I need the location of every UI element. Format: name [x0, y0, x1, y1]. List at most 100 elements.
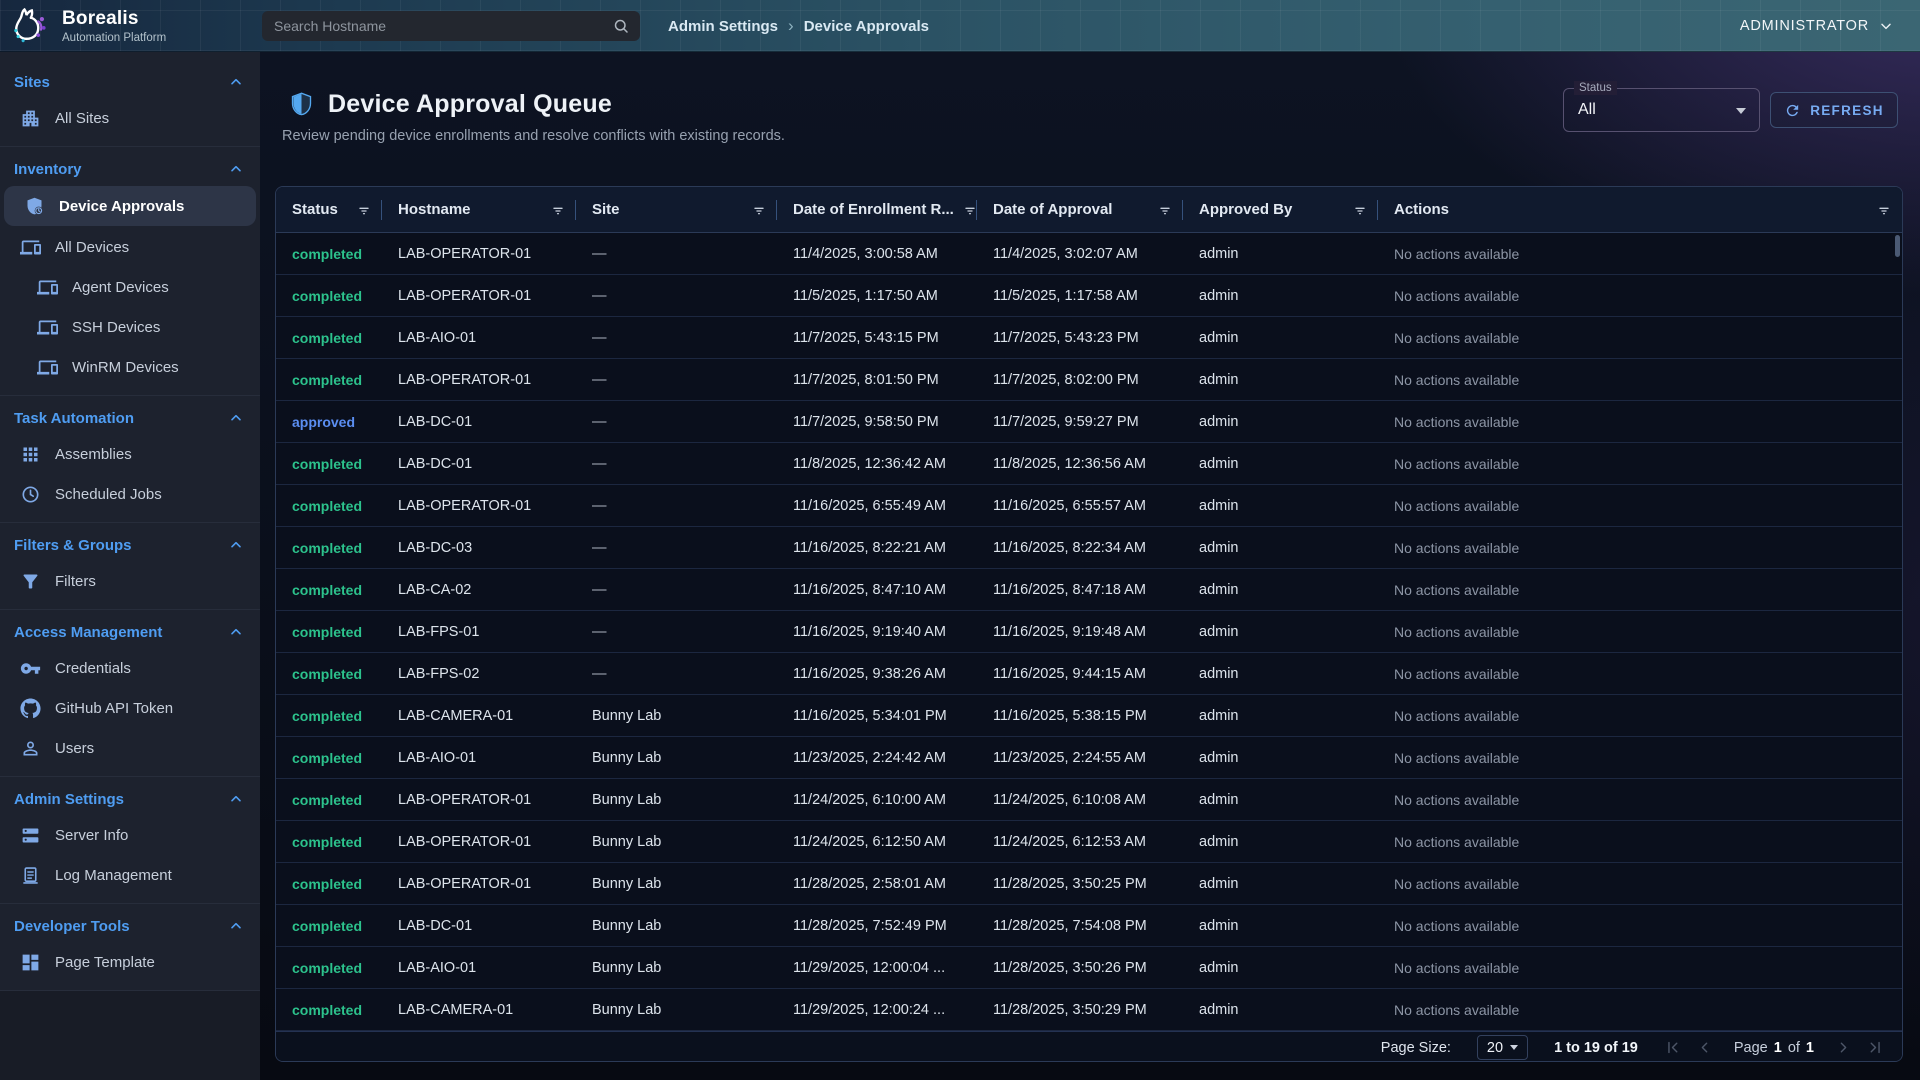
sidebar-item-scheduled-jobs[interactable]: Scheduled Jobs [0, 474, 260, 514]
cell-status: completed [276, 905, 382, 946]
sidebar-item-credentials[interactable]: Credentials [0, 648, 260, 688]
sidebar-item-label: Log Management [55, 867, 172, 884]
cell-approved-by: admin [1183, 611, 1378, 652]
cell-site: — [576, 401, 777, 442]
cell-actions: No actions available [1378, 275, 1902, 316]
chevron-up-icon [228, 624, 244, 640]
section-header-admin-settings[interactable]: Admin Settings [0, 783, 260, 815]
table-scrollbar-thumb[interactable] [1895, 235, 1900, 257]
sidebar-item-log-management[interactable]: Log Management [0, 855, 260, 895]
sidebar-item-page-template[interactable]: Page Template [0, 942, 260, 982]
previous-page-button[interactable] [1696, 1039, 1713, 1056]
filter-icon[interactable] [1157, 203, 1173, 217]
cell-actions: No actions available [1378, 527, 1902, 568]
status-filter-select[interactable]: Status All [1563, 88, 1760, 132]
section-header-developer-tools[interactable]: Developer Tools [0, 910, 260, 942]
cell-enrollment-date: 11/29/2025, 12:00:24 ... [777, 989, 977, 1030]
cell-actions: No actions available [1378, 989, 1902, 1030]
section-label: Filters & Groups [14, 537, 132, 554]
column-header-date-of-approval[interactable]: Date of Approval [977, 187, 1183, 232]
cell-hostname: LAB-OPERATOR-01 [382, 485, 576, 526]
table-row: completed LAB-OPERATOR-01 — 11/4/2025, 3… [276, 233, 1902, 275]
cell-actions: No actions available [1378, 485, 1902, 526]
sidebar-item-agent-devices[interactable]: Agent Devices [0, 267, 260, 307]
sidebar-item-all-devices[interactable]: All Devices [0, 227, 260, 267]
breadcrumb-item-device-approvals[interactable]: Device Approvals [804, 18, 929, 35]
cell-status: completed [276, 485, 382, 526]
user-icon [20, 738, 41, 759]
borealis-rabbit-logo-icon [8, 4, 52, 48]
cell-approval-date: 11/16/2025, 9:19:48 AM [977, 611, 1183, 652]
sidebar-item-ssh-devices[interactable]: SSH Devices [0, 307, 260, 347]
page-subtitle: Review pending device enrollments and re… [282, 128, 785, 144]
cell-enrollment-date: 11/16/2025, 5:34:01 PM [777, 695, 977, 736]
cell-site: Bunny Lab [576, 863, 777, 904]
sidebar-item-server-info[interactable]: Server Info [0, 815, 260, 855]
search-input[interactable] [274, 18, 612, 34]
filter-icon[interactable] [1352, 203, 1368, 217]
last-page-button[interactable] [1867, 1039, 1884, 1056]
refresh-button[interactable]: REFRESH [1770, 92, 1898, 128]
table-row: completed LAB-OPERATOR-01 — 11/16/2025, … [276, 485, 1902, 527]
cell-status: completed [276, 569, 382, 610]
sidebar-item-winrm-devices[interactable]: WinRM Devices [0, 347, 260, 387]
filter-icon[interactable] [356, 203, 372, 217]
cell-approved-by: admin [1183, 779, 1378, 820]
first-page-button[interactable] [1664, 1039, 1681, 1056]
filter-icon[interactable] [1876, 203, 1892, 217]
sidebar-item-label: Scheduled Jobs [55, 486, 162, 503]
cell-approved-by: admin [1183, 443, 1378, 484]
column-header-date-of-enrollment-r[interactable]: Date of Enrollment R... [777, 187, 977, 232]
breadcrumb-item-admin-settings[interactable]: Admin Settings [668, 18, 778, 35]
cell-status: completed [276, 443, 382, 484]
section-label: Sites [14, 74, 50, 91]
column-header-status[interactable]: Status [276, 187, 382, 232]
section-header-sites[interactable]: Sites [0, 66, 260, 98]
cell-site: — [576, 317, 777, 358]
cell-approval-date: 11/28/2025, 3:50:29 PM [977, 989, 1183, 1030]
table-row: completed LAB-DC-03 — 11/16/2025, 8:22:2… [276, 527, 1902, 569]
chevron-up-icon [228, 537, 244, 553]
funnel-icon [20, 571, 41, 592]
sidebar-item-all-sites[interactable]: All Sites [0, 98, 260, 138]
sidebar-item-label: Users [55, 740, 94, 757]
filter-icon[interactable] [751, 203, 767, 217]
next-page-button[interactable] [1835, 1039, 1852, 1056]
filter-icon[interactable] [550, 203, 566, 217]
cell-approval-date: 11/7/2025, 8:02:00 PM [977, 359, 1183, 400]
sidebar-item-label: Assemblies [55, 446, 132, 463]
table-row: completed LAB-FPS-02 — 11/16/2025, 9:38:… [276, 653, 1902, 695]
cell-enrollment-date: 11/4/2025, 3:00:58 AM [777, 233, 977, 274]
filter-icon[interactable] [962, 203, 977, 217]
table-row: completed LAB-OPERATOR-01 Bunny Lab 11/2… [276, 779, 1902, 821]
sidebar-item-label: Server Info [55, 827, 128, 844]
sidebar-item-assemblies[interactable]: Assemblies [0, 434, 260, 474]
column-header-site[interactable]: Site [576, 187, 777, 232]
devices-icon [20, 237, 41, 258]
user-menu[interactable]: ADMINISTRATOR [1740, 0, 1894, 52]
sidebar-item-github-api-token[interactable]: GitHub API Token [0, 688, 260, 728]
sidebar-item-filters[interactable]: Filters [0, 561, 260, 601]
user-menu-label: ADMINISTRATOR [1740, 18, 1869, 34]
sidebar-item-users[interactable]: Users [0, 728, 260, 768]
section-header-filters-groups[interactable]: Filters & Groups [0, 529, 260, 561]
sidebar-section-sites: Sites All Sites [0, 60, 260, 147]
section-header-task-automation[interactable]: Task Automation [0, 402, 260, 434]
cell-hostname: LAB-OPERATOR-01 [382, 275, 576, 316]
cell-actions: No actions available [1378, 317, 1902, 358]
cell-enrollment-date: 11/16/2025, 9:38:26 AM [777, 653, 977, 694]
column-header-approved-by[interactable]: Approved By [1183, 187, 1378, 232]
cell-status: completed [276, 947, 382, 988]
cell-approved-by: admin [1183, 401, 1378, 442]
column-header-hostname[interactable]: Hostname [382, 187, 576, 232]
status-filter-value: All [1564, 89, 1759, 131]
column-header-actions[interactable]: Actions [1378, 187, 1902, 232]
table-row: approved LAB-DC-01 — 11/7/2025, 9:58:50 … [276, 401, 1902, 443]
page-size-select[interactable]: 20 [1477, 1035, 1528, 1060]
section-header-inventory[interactable]: Inventory [0, 153, 260, 185]
section-header-access-management[interactable]: Access Management [0, 616, 260, 648]
devices-icon [37, 277, 58, 298]
cell-hostname: LAB-DC-03 [382, 527, 576, 568]
sidebar-item-device-approvals[interactable]: Device Approvals [4, 186, 256, 226]
cell-site: — [576, 233, 777, 274]
